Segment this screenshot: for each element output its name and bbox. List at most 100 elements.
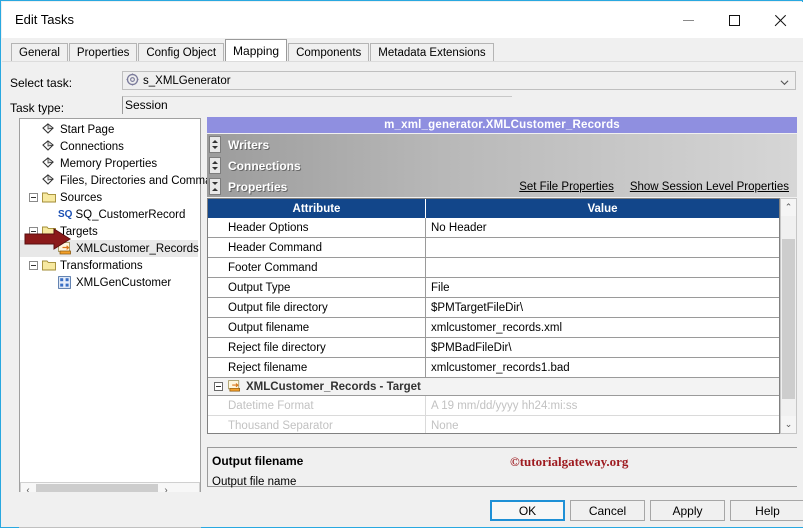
edit-tasks-window: Edit Tasks General Properties Config Obj… bbox=[0, 0, 803, 528]
expand-toggle-icon[interactable] bbox=[209, 136, 221, 153]
task-type-box bbox=[122, 96, 512, 114]
table-row[interactable]: Reject filename xmlcustomer_records1.bad bbox=[208, 358, 779, 378]
select-task-label: Select task: bbox=[10, 76, 72, 90]
select-task-value: s_XMLGenerator bbox=[143, 75, 231, 87]
maximize-button[interactable] bbox=[711, 2, 757, 38]
tab-mapping[interactable]: Mapping bbox=[225, 39, 287, 62]
tree-item-transformations[interactable]: Transformations bbox=[20, 257, 198, 274]
table-row[interactable]: Footer Command bbox=[208, 258, 779, 278]
cell-value[interactable]: xmlcustomer_records.xml bbox=[426, 318, 779, 337]
tree-item-memory-properties[interactable]: Memory Properties bbox=[20, 155, 198, 172]
diamond-icon bbox=[42, 123, 56, 137]
table-row[interactable]: Header Command bbox=[208, 238, 779, 258]
section-connections-label: Connections bbox=[228, 159, 301, 173]
cell-value[interactable] bbox=[426, 238, 779, 257]
close-icon bbox=[774, 14, 787, 27]
grid-vertical-scrollbar[interactable]: ⌃ ⌄ bbox=[780, 198, 797, 434]
folder-icon bbox=[42, 191, 56, 205]
tree-item-label: XMLGenCustomer bbox=[76, 277, 171, 289]
section-links: Set File Properties Show Session Level P… bbox=[519, 181, 797, 193]
chevron-down-icon bbox=[780, 76, 789, 85]
scroll-thumb[interactable] bbox=[782, 239, 795, 399]
window-title: Edit Tasks bbox=[15, 12, 74, 27]
task-type-value: Session bbox=[125, 98, 168, 112]
tree-item-label: Sources bbox=[60, 192, 102, 204]
tree-item-files-directories[interactable]: Files, Directories and Comma bbox=[20, 172, 198, 189]
column-header-attribute[interactable]: Attribute bbox=[208, 199, 426, 218]
cell-value[interactable]: A 19 mm/dd/yyyy hh24:mi:ss bbox=[426, 396, 779, 415]
sq-icon: SQ bbox=[58, 209, 72, 220]
scroll-down-icon[interactable]: ⌄ bbox=[781, 416, 796, 433]
table-row[interactable]: Datetime Format A 19 mm/dd/yyyy hh24:mi:… bbox=[208, 396, 779, 416]
cell-value[interactable]: $PMBadFileDir\ bbox=[426, 338, 779, 357]
collapse-toggle-icon[interactable] bbox=[29, 261, 38, 270]
tree-item-start-page[interactable]: Start Page bbox=[20, 121, 198, 138]
annotation-arrow-icon bbox=[24, 228, 72, 250]
table-row[interactable]: Output file directory $PMTargetFileDir\ bbox=[208, 298, 779, 318]
grid-group-row[interactable]: XMLCustomer_Records - Target bbox=[208, 378, 779, 396]
task-tree[interactable]: Start Page Connections Memory Properties bbox=[20, 121, 198, 291]
section-properties-label: Properties bbox=[228, 180, 287, 194]
diamond-icon bbox=[42, 174, 56, 188]
scroll-up-icon[interactable]: ⌃ bbox=[781, 199, 796, 216]
cell-attribute: Footer Command bbox=[208, 258, 426, 277]
collapse-toggle-icon[interactable] bbox=[214, 382, 223, 391]
cell-value[interactable]: None bbox=[426, 416, 779, 434]
ok-button[interactable]: OK bbox=[490, 500, 565, 521]
tree-item-label: Files, Directories and Comma bbox=[60, 175, 211, 187]
expand-toggle-icon[interactable] bbox=[209, 157, 221, 174]
tree-item-xmlgencustomer[interactable]: XMLGenCustomer bbox=[20, 274, 198, 291]
grid-header-row: Attribute Value bbox=[208, 199, 779, 218]
description-title: Output filename bbox=[212, 454, 303, 468]
cell-value[interactable]: xmlcustomer_records1.bad bbox=[426, 358, 779, 377]
collapse-toggle-icon[interactable] bbox=[209, 178, 221, 195]
apply-button[interactable]: Apply bbox=[650, 500, 725, 521]
table-row[interactable]: Output Type File bbox=[208, 278, 779, 298]
cancel-button[interactable]: Cancel bbox=[570, 500, 645, 521]
tree-item-label: Memory Properties bbox=[60, 158, 157, 170]
folder-icon bbox=[42, 259, 56, 273]
minimize-button[interactable] bbox=[665, 2, 711, 38]
tree-item-label: SQ_CustomerRecord bbox=[75, 209, 185, 221]
help-button[interactable]: Help bbox=[730, 500, 803, 521]
section-properties[interactable]: Properties Set File Properties Show Sess… bbox=[207, 176, 797, 197]
tab-general[interactable]: General bbox=[11, 43, 68, 62]
section-connections[interactable]: Connections bbox=[207, 155, 797, 176]
attributes-grid: Attribute Value Header Options No Header… bbox=[207, 198, 780, 434]
grid-group-label: XMLCustomer_Records - Target bbox=[246, 381, 421, 393]
cell-value[interactable]: $PMTargetFileDir\ bbox=[426, 298, 779, 317]
task-tree-panel: Start Page Connections Memory Properties bbox=[19, 118, 201, 500]
show-session-level-properties-link[interactable]: Show Session Level Properties bbox=[630, 181, 789, 193]
window-controls bbox=[665, 2, 803, 38]
tab-components[interactable]: Components bbox=[288, 43, 369, 62]
table-row[interactable]: Thousand Separator None bbox=[208, 416, 779, 434]
cell-value[interactable]: No Header bbox=[426, 218, 779, 237]
table-row[interactable]: Reject file directory $PMBadFileDir\ bbox=[208, 338, 779, 358]
tab-config-object[interactable]: Config Object bbox=[138, 43, 224, 62]
tree-item-connections[interactable]: Connections bbox=[20, 138, 198, 155]
watermark: ©tutorialgateway.org bbox=[510, 454, 628, 470]
section-writers[interactable]: Writers bbox=[207, 134, 797, 155]
minimize-icon bbox=[683, 20, 694, 21]
tree-item-sources[interactable]: Sources bbox=[20, 189, 198, 206]
table-row[interactable]: Output filename xmlcustomer_records.xml bbox=[208, 318, 779, 338]
tree-item-sq-customerrecord[interactable]: SQ SQ_CustomerRecord bbox=[20, 206, 198, 223]
select-task-combo[interactable]: s_XMLGenerator bbox=[122, 71, 796, 90]
tab-metadata-extensions[interactable]: Metadata Extensions bbox=[370, 43, 493, 62]
gear-icon bbox=[126, 73, 139, 89]
tab-properties[interactable]: Properties bbox=[69, 43, 137, 62]
tab-strip: General Properties Config Object Mapping… bbox=[2, 38, 803, 62]
set-file-properties-link[interactable]: Set File Properties bbox=[519, 181, 614, 193]
xml-target-icon bbox=[228, 380, 242, 394]
cell-value[interactable] bbox=[426, 258, 779, 277]
table-row[interactable]: Header Options No Header bbox=[208, 218, 779, 238]
tree-item-label: Connections bbox=[60, 141, 124, 153]
cell-attribute: Output Type bbox=[208, 278, 426, 297]
tree-item-label: Transformations bbox=[60, 260, 143, 272]
cell-value[interactable]: File bbox=[426, 278, 779, 297]
collapse-toggle-icon[interactable] bbox=[29, 193, 38, 202]
cell-attribute: Datetime Format bbox=[208, 396, 426, 415]
section-writers-label: Writers bbox=[228, 138, 269, 152]
column-header-value[interactable]: Value bbox=[426, 199, 779, 218]
close-button[interactable] bbox=[757, 2, 803, 38]
